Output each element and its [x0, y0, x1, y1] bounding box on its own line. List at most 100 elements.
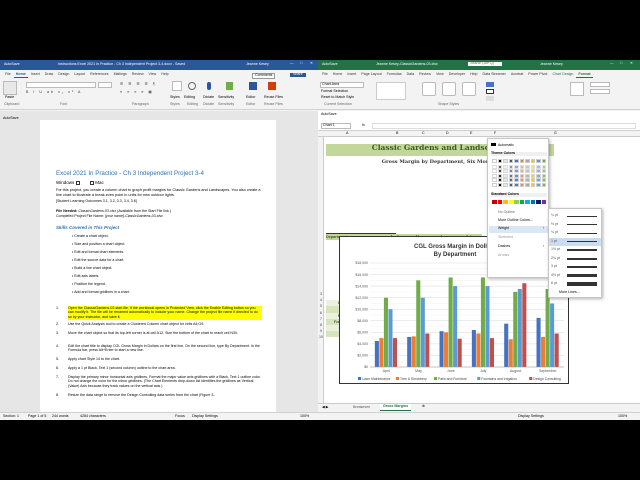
dictate-button[interactable]: Dictate: [203, 95, 214, 100]
excel-user-name[interactable]: Jeanne Kesey: [540, 62, 563, 67]
sensitivity-icon[interactable]: [226, 82, 233, 90]
editing-button[interactable]: Editing: [184, 95, 195, 100]
weight-option[interactable]: Weight: [498, 226, 509, 231]
col-header-g[interactable]: G: [554, 131, 557, 136]
excel-tab-chart-design[interactable]: Chart Design: [550, 72, 575, 77]
color-swatch[interactable]: [519, 183, 524, 187]
color-swatch[interactable]: [503, 159, 508, 163]
color-swatch[interactable]: [508, 183, 513, 187]
word-share-button[interactable]: Share: [290, 72, 306, 77]
color-swatch[interactable]: [497, 159, 502, 163]
col-header-e[interactable]: E: [470, 131, 472, 136]
row-header[interactable]: 6: [318, 311, 324, 315]
excel-search-box[interactable]: Search (Alt+Q): [468, 61, 502, 66]
minimize-icon[interactable]: —: [290, 61, 294, 66]
color-swatch[interactable]: [541, 164, 546, 169]
color-swatch[interactable]: [514, 164, 519, 169]
word-comments-button[interactable]: Comments: [252, 73, 276, 79]
editor-button[interactable]: Editor: [246, 95, 255, 100]
excel-tab-data[interactable]: Data: [405, 72, 417, 77]
arrange-icon[interactable]: [570, 82, 584, 96]
excel-tab-developer[interactable]: Developer: [447, 72, 467, 77]
row-header[interactable]: 8: [318, 323, 324, 327]
color-swatch[interactable]: [497, 164, 502, 169]
standard-color-swatch[interactable]: [497, 200, 502, 204]
sheet-tab-breakeven[interactable]: Breakeven: [350, 405, 373, 411]
status-zoom[interactable]: 100%: [300, 414, 309, 419]
color-swatch[interactable]: [514, 159, 519, 163]
word-tab-review[interactable]: Review: [130, 72, 146, 77]
color-swatch[interactable]: [530, 178, 535, 183]
color-swatch[interactable]: [497, 169, 502, 174]
color-swatch[interactable]: [536, 169, 541, 174]
word-page[interactable]: Excel 2021 In Practice - Ch 3 Independen…: [40, 120, 276, 412]
color-swatch[interactable]: [497, 183, 502, 187]
status-page[interactable]: Page 1 of 5: [28, 414, 46, 419]
color-swatch[interactable]: [492, 169, 497, 174]
color-swatch[interactable]: [514, 169, 519, 174]
excel-tab-view[interactable]: View: [434, 72, 446, 77]
excel-tab-formulas[interactable]: Formulas: [385, 72, 404, 77]
color-swatch[interactable]: [525, 169, 530, 174]
microphone-icon[interactable]: [207, 82, 211, 90]
color-swatch[interactable]: [536, 159, 541, 163]
maximize-icon[interactable]: □: [300, 61, 302, 66]
standard-color-swatch[interactable]: [503, 200, 508, 204]
status-display-settings[interactable]: Display Settings: [192, 414, 218, 419]
excel-tab-help[interactable]: Help: [468, 72, 479, 77]
color-swatch[interactable]: [514, 183, 519, 187]
excel-tab-data-streamer[interactable]: Data Streamer: [480, 72, 507, 77]
excel-tab-power-pivot[interactable]: Power Pivot: [526, 72, 549, 77]
standard-color-swatch[interactable]: [536, 200, 541, 204]
status-words[interactable]: 244 words: [52, 414, 69, 419]
col-header-c[interactable]: C: [422, 131, 425, 136]
color-swatch[interactable]: [519, 173, 524, 178]
automatic-option[interactable]: Automatic: [491, 143, 514, 148]
color-swatch[interactable]: [497, 173, 502, 178]
chart-element-selector[interactable]: Chart Area: [320, 82, 364, 88]
excel-display-settings[interactable]: Display Settings: [518, 414, 544, 419]
paste-icon[interactable]: [3, 81, 17, 95]
col-header-d[interactable]: D: [446, 131, 449, 136]
formula-input[interactable]: [372, 123, 636, 129]
word-tab-design[interactable]: Design: [56, 72, 71, 77]
row-header[interactable]: 3: [318, 292, 324, 296]
weight-option-row[interactable]: ¼ pt: [549, 212, 601, 220]
styles-gallery-icon[interactable]: [172, 81, 182, 91]
color-swatch[interactable]: [541, 178, 546, 183]
excel-tab-file[interactable]: File: [320, 72, 330, 77]
weight-option-row[interactable]: ½ pt: [549, 221, 601, 229]
word-tab-layout[interactable]: Layout: [72, 72, 87, 77]
shape-outline-icon[interactable]: [486, 89, 494, 94]
color-swatch[interactable]: [508, 169, 513, 174]
color-swatch[interactable]: [536, 178, 541, 183]
weight-option-row[interactable]: 4½ pt: [549, 272, 601, 280]
color-swatch[interactable]: [519, 159, 524, 163]
standard-color-swatch[interactable]: [508, 200, 513, 204]
shape-height-field[interactable]: [590, 82, 610, 87]
excel-tab-page-layout[interactable]: Page Layout: [359, 72, 383, 77]
sketched-option[interactable]: Sketched: [498, 235, 513, 240]
font-format-buttons[interactable]: B I U ab x₂ x² A: [26, 90, 82, 95]
insert-shapes-gallery[interactable]: [376, 82, 406, 100]
row-header[interactable]: 9: [318, 329, 324, 333]
standard-color-swatch[interactable]: [525, 200, 530, 204]
name-box[interactable]: Chart 1: [321, 123, 351, 129]
color-swatch[interactable]: [536, 173, 541, 178]
format-selection-button[interactable]: Format Selection: [321, 89, 348, 94]
reset-to-match-style-button[interactable]: Reset to Match Style: [321, 95, 354, 100]
color-swatch[interactable]: [541, 183, 546, 187]
font-size-box[interactable]: [98, 82, 112, 88]
arrows-option[interactable]: Arrows: [498, 253, 509, 258]
maximize-icon[interactable]: □: [620, 61, 622, 66]
paragraph-buttons[interactable]: ☰ ☰ ☰ ☰ ¶: [120, 82, 157, 87]
no-outline-option[interactable]: No Outline: [498, 210, 515, 215]
row-header[interactable]: 7: [318, 317, 324, 321]
color-swatch[interactable]: [530, 159, 535, 163]
alignment-buttons[interactable]: ≡ ≡ ≡ ≡ ▦: [120, 90, 154, 95]
weight-option-row[interactable]: 1½ pt: [549, 246, 601, 254]
color-swatch[interactable]: [492, 173, 497, 178]
color-swatch[interactable]: [519, 169, 524, 174]
excel-tab-format[interactable]: Format: [576, 72, 593, 78]
shape-fill-icon[interactable]: [486, 82, 494, 87]
